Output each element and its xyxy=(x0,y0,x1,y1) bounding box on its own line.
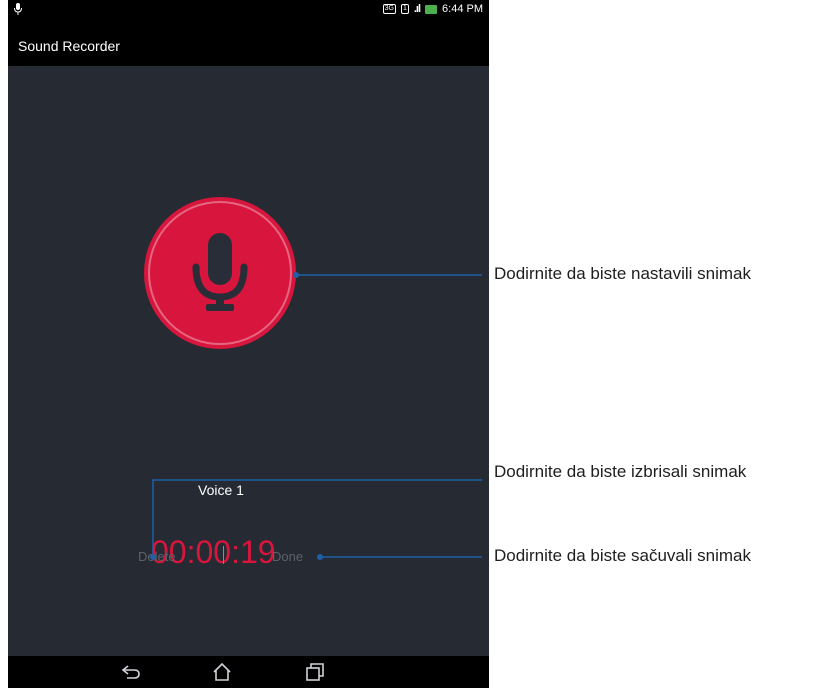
callout-record: Dodirnite da biste nastavili snimak xyxy=(494,264,752,283)
navigation-bar xyxy=(8,656,489,688)
delete-button[interactable]: Delete xyxy=(138,549,176,564)
record-button[interactable] xyxy=(144,197,296,349)
phone-screen: 3G 1 .ıl 6:44 PM Sound Recorder Voice 1 … xyxy=(8,0,489,688)
controls-divider xyxy=(223,546,224,564)
callout-delete: Dodirnite da biste izbrisali snimak xyxy=(494,462,747,481)
microphone-icon xyxy=(192,233,248,311)
signal-icon: .ıl xyxy=(413,3,421,15)
network-type-badge: 3G xyxy=(382,4,396,14)
recording-name: Voice 1 xyxy=(198,482,244,498)
sim-badge: 1 xyxy=(400,4,409,14)
callout-done: Dodirnite da biste sačuvali snimak xyxy=(494,546,752,565)
recording-timer: 00:00:19 xyxy=(151,534,276,570)
app-title: Sound Recorder xyxy=(18,38,120,54)
home-icon[interactable] xyxy=(211,662,233,687)
recents-icon[interactable] xyxy=(304,662,326,687)
battery-icon xyxy=(425,4,438,14)
back-icon[interactable] xyxy=(120,662,142,687)
action-bar: Sound Recorder xyxy=(8,20,489,66)
status-bar: 3G 1 .ıl 6:44 PM xyxy=(8,0,489,20)
mic-status-icon xyxy=(14,3,22,18)
done-button[interactable]: Done xyxy=(272,549,303,564)
clock: 6:44 PM xyxy=(442,3,483,15)
